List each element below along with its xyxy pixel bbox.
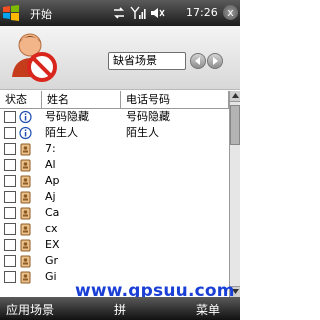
contact-icon (20, 175, 31, 188)
contact-icon (20, 143, 31, 156)
input-method-button[interactable]: 拼 (114, 301, 126, 318)
column-header-status[interactable]: 状态 (0, 91, 42, 109)
contact-name: 号码隐藏 (45, 110, 89, 123)
list-item[interactable]: 陌生人 陌生人 (0, 125, 229, 141)
column-header-phone[interactable]: 电话号码 (121, 91, 229, 109)
scroll-thumb[interactable] (230, 105, 240, 145)
vertical-scrollbar[interactable] (229, 91, 240, 297)
title-bar: 开始 17:26 x (0, 0, 240, 26)
row-checkbox[interactable] (4, 191, 16, 203)
connectivity-icon[interactable] (112, 6, 126, 20)
row-checkbox[interactable] (4, 223, 16, 235)
contact-icon (20, 255, 31, 268)
signal-strength-icon[interactable] (130, 6, 146, 20)
contact-icon (20, 159, 31, 172)
row-checkbox[interactable] (4, 271, 16, 283)
arrow-right-icon (213, 57, 218, 65)
softkey-menu[interactable]: 菜单 (196, 301, 220, 318)
contact-icon (20, 223, 31, 236)
list-item[interactable]: 号码隐藏 号码隐藏 (0, 109, 229, 125)
start-menu-label[interactable]: 开始 (30, 6, 52, 22)
contact-icon (20, 191, 31, 204)
blocked-contact-icon (12, 33, 57, 82)
contact-phone: 号码隐藏 (126, 110, 170, 123)
previous-profile-button[interactable] (190, 53, 206, 69)
row-checkbox[interactable] (4, 127, 16, 139)
next-profile-button[interactable] (207, 53, 223, 69)
softkey-bar: 应用场景 拼 菜单 (0, 297, 240, 320)
info-icon (19, 110, 32, 124)
row-checkbox[interactable] (4, 175, 16, 187)
app-header: 缺省场景 (0, 26, 240, 90)
close-button[interactable]: x (223, 5, 238, 20)
row-checkbox[interactable] (4, 207, 16, 219)
contact-phone: 陌生人 (126, 126, 159, 139)
scroll-up-button[interactable] (230, 91, 240, 102)
arrow-left-icon (195, 57, 200, 65)
row-checkbox[interactable] (4, 255, 16, 267)
redaction-overlay (72, 145, 202, 281)
speaker-icon[interactable] (150, 6, 166, 20)
contact-icon (20, 239, 31, 252)
row-checkbox[interactable] (4, 239, 16, 251)
softkey-left[interactable]: 应用场景 (6, 301, 54, 318)
arrow-up-icon (231, 93, 239, 98)
row-checkbox[interactable] (4, 143, 16, 155)
contact-name: 陌生人 (45, 126, 78, 139)
contact-icon (20, 271, 31, 284)
clock[interactable]: 17:26 (186, 6, 218, 19)
contact-icon (20, 207, 31, 220)
info-icon (19, 126, 32, 140)
windows-start-icon[interactable] (2, 4, 20, 22)
row-checkbox[interactable] (4, 111, 16, 123)
profile-dropdown[interactable]: 缺省场景 (108, 52, 186, 70)
row-checkbox[interactable] (4, 159, 16, 171)
table-header: 状态 姓名 电话号码 (0, 91, 240, 109)
column-header-name[interactable]: 姓名 (42, 91, 121, 109)
